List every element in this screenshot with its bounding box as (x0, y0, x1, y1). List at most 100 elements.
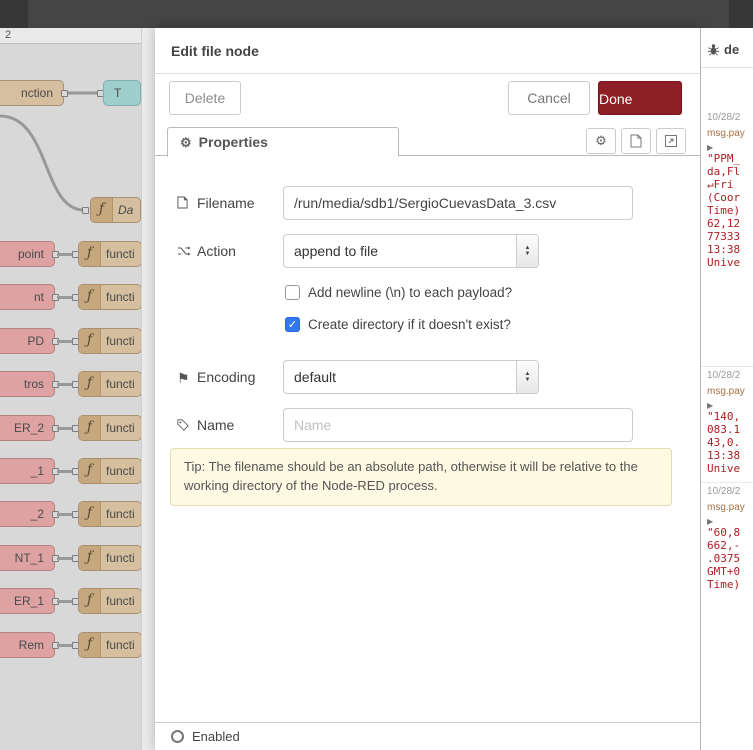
flow-node-da-function[interactable]: ƒ Da (90, 197, 141, 223)
debug-message: 10/28/2 msg.pay ▶ "PPM_ da,Fl ↵Fri (Coor… (701, 112, 753, 269)
flow-node-function[interactable]: ƒ functi (78, 415, 142, 441)
flow-node-function[interactable]: ƒ functi (78, 458, 142, 484)
debug-line: da,Fl (707, 165, 741, 178)
name-input[interactable] (283, 408, 633, 442)
cancel-button[interactable]: Cancel (508, 81, 590, 115)
flow-node[interactable]: NT_1 (0, 545, 55, 571)
node-label: functi (106, 507, 135, 521)
function-icon: ƒ (79, 502, 101, 526)
function-icon: ƒ (79, 372, 101, 396)
node-label: T (114, 86, 122, 100)
flow-node[interactable]: point (0, 241, 55, 267)
enabled-label[interactable]: Enabled (192, 729, 240, 744)
node-label: functi (106, 247, 135, 261)
dialog-toolbar: ⚙ (586, 128, 686, 154)
select-spinner-icon: ▲ ▼ (516, 235, 538, 267)
expand-arrow-icon[interactable]: ▶ (707, 143, 753, 152)
encoding-select[interactable]: default ▲ ▼ (283, 360, 539, 394)
flow-node[interactable]: PD (0, 328, 55, 354)
app-header (0, 0, 753, 28)
action-select[interactable]: append to file ▲ ▼ (283, 234, 539, 268)
create-dir-checkbox-label: Create directory if it doesn't exist? (308, 316, 511, 332)
gear-icon: ⚙ (180, 135, 192, 150)
delete-button[interactable]: Delete (169, 81, 241, 115)
function-icon: ƒ (79, 416, 101, 440)
done-button[interactable]: Done (598, 81, 682, 115)
debug-separator (701, 482, 753, 483)
tab-properties-label: Properties (198, 134, 268, 150)
function-icon: ƒ (79, 589, 101, 613)
flow-node[interactable]: _2 (0, 501, 55, 527)
node-label: PD (27, 334, 44, 348)
node-label: functi (106, 638, 135, 652)
node-input-port[interactable] (82, 207, 89, 214)
flow-row: tros ƒ functi (0, 371, 155, 397)
debug-line: .0375 (707, 552, 741, 565)
expand-arrow-icon[interactable]: ▶ (707, 517, 753, 526)
function-icon: ƒ (91, 198, 113, 222)
function-icon: ƒ (79, 285, 101, 309)
select-spinner-icon: ▲ ▼ (516, 361, 538, 393)
filename-input[interactable] (283, 186, 633, 220)
flow-node-function[interactable]: ƒ functi (78, 241, 142, 267)
create-dir-checkbox[interactable]: ✓ (285, 316, 300, 332)
flow-node-function[interactable]: ƒ functi (78, 545, 142, 571)
flow-row: _2 ƒ functi (0, 501, 155, 527)
edit-file-node-dialog: Edit file node Delete Cancel Done ⚙ Prope… (155, 28, 700, 750)
flow-node-function[interactable]: ƒ functi (78, 284, 142, 310)
action-select-value: append to file (294, 243, 379, 259)
flow-row-top: nction T (0, 80, 155, 106)
flow-node[interactable]: nt (0, 284, 55, 310)
canvas-scrollbar[interactable] (141, 28, 155, 750)
node-label: ER_1 (13, 594, 44, 608)
flow-node[interactable]: ER_1 (0, 588, 55, 614)
debug-line: Unive (707, 462, 741, 475)
flow-row: ER_2 ƒ functi (0, 415, 155, 441)
debug-line: Time) (707, 204, 741, 217)
expand-arrow-icon[interactable]: ▶ (707, 401, 753, 410)
flow-node-function[interactable]: ƒ functi (78, 632, 142, 658)
flow-node-function[interactable]: ƒ functi (78, 588, 142, 614)
node-label: functi (106, 334, 135, 348)
debug-line: ↵Fri (707, 178, 734, 191)
newline-checkbox[interactable] (285, 284, 300, 300)
debug-separator (701, 366, 753, 367)
flow-node-function[interactable]: ƒ functi (78, 501, 142, 527)
expand-button[interactable] (656, 128, 686, 154)
settings-button[interactable]: ⚙ (586, 128, 616, 154)
flow-canvas: nction T ƒ Da point ƒ functi nt ƒ functi… (0, 28, 155, 750)
flow-row-da: ƒ Da (0, 197, 155, 223)
node-label: Rem (18, 638, 44, 652)
flow-node-function[interactable]: ƒ functi (78, 371, 142, 397)
flow-row: ER_1 ƒ functi (0, 588, 155, 614)
node-red-app: nction T ƒ Da point ƒ functi nt ƒ functi… (0, 0, 753, 750)
flow-node[interactable]: ER_2 (0, 415, 55, 441)
debug-line: 083.1 (707, 423, 741, 436)
debug-line: "60,8 (707, 526, 741, 539)
flow-node[interactable]: tros (0, 371, 55, 397)
workspace-tab[interactable]: 2 (5, 29, 11, 41)
enabled-toggle-icon[interactable] (171, 730, 184, 743)
function-icon: ƒ (79, 546, 101, 570)
menu-icon[interactable] (729, 0, 753, 28)
node-label: tros (23, 377, 44, 391)
flow-node-teal[interactable]: T (103, 80, 141, 106)
node-label: functi (106, 421, 135, 435)
app-logo (0, 0, 28, 28)
debug-timestamp: 10/28/2 (707, 370, 741, 381)
file-icon (177, 187, 192, 221)
node-output-port[interactable] (61, 90, 68, 97)
debug-line: "140, (707, 410, 741, 423)
debug-sidebar: de 10/28/2 msg.pay ▶ "PPM_ da,Fl ↵Fri (C… (700, 28, 753, 750)
dialog-title: Edit file node (155, 28, 700, 74)
encoding-select-value: default (294, 369, 337, 385)
flow-node-function[interactable]: nction (0, 80, 64, 106)
dialog-tab-bar: ⚙ Properties ⚙ (155, 126, 700, 157)
description-button[interactable] (621, 128, 651, 154)
flow-node-function[interactable]: ƒ functi (78, 328, 142, 354)
flow-node[interactable]: _1 (0, 458, 55, 484)
tab-properties[interactable]: ⚙ Properties (167, 127, 399, 157)
flow-node[interactable]: Rem (0, 632, 55, 658)
node-label: point (17, 247, 44, 261)
debug-line: Time) (707, 578, 741, 591)
